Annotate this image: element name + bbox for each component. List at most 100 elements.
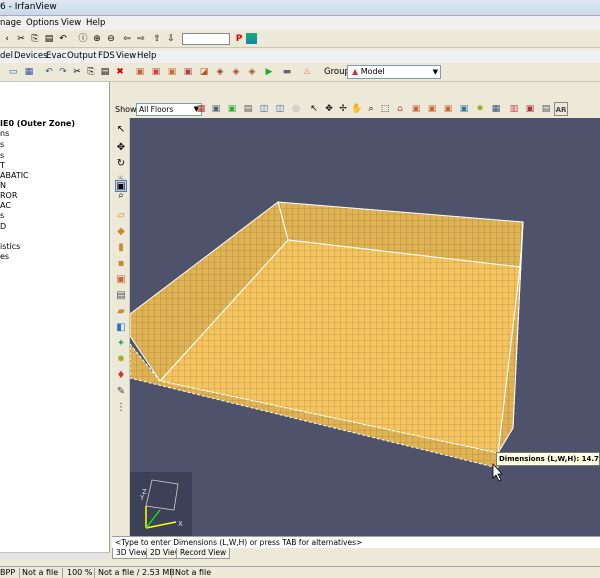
record-icon[interactable]: ▣ — [523, 102, 537, 116]
material-icon[interactable]: ▣ — [181, 65, 195, 79]
orbit-icon[interactable]: ✥ — [322, 102, 336, 116]
draw-hole-icon[interactable]: ▣ — [115, 274, 127, 286]
tab-record-view[interactable]: Record View — [176, 548, 231, 559]
fire-icon[interactable]: ♨ — [300, 65, 314, 79]
reaction-icon[interactable]: ▣ — [165, 65, 179, 79]
surface-icon[interactable]: ▣ — [149, 65, 163, 79]
draw-stair-icon[interactable]: ▤ — [115, 290, 127, 302]
roam-icon[interactable]: ✢ — [336, 102, 350, 116]
irfanview-search-field[interactable] — [182, 33, 230, 45]
render3-icon[interactable]: ▣ — [441, 102, 455, 116]
select-icon[interactable]: ↖ — [115, 124, 127, 136]
mesh-icon[interactable]: ▣ — [133, 65, 147, 79]
tab-3d-view[interactable]: 3D View — [112, 548, 151, 559]
menu-evac[interactable]: Evac — [46, 51, 66, 61]
tree-item[interactable]: s — [0, 151, 4, 160]
navigation-tree[interactable]: IE0 (Outer Zone) ns s s T ABATIC N ROR A… — [0, 82, 110, 559]
draw-slab-icon[interactable]: ▱ — [115, 210, 127, 222]
tool-icon[interactable]: ◎ — [289, 102, 303, 116]
import-icon[interactable]: ▦ — [22, 65, 36, 79]
menu-help[interactable]: Help — [86, 18, 105, 28]
arrow-left-icon[interactable]: ⇦ — [120, 32, 134, 46]
menu-image[interactable]: nage — [0, 18, 21, 28]
draw-mesh-icon[interactable]: ▣ — [115, 180, 127, 192]
show-floors-select[interactable]: All Floors ▼ — [136, 103, 202, 116]
copy-icon[interactable]: ⎘ — [28, 32, 42, 46]
copy-icon[interactable]: ⎘ — [84, 65, 98, 79]
tree-item[interactable]: T — [0, 161, 5, 170]
delete-icon[interactable]: ✖ — [113, 65, 127, 79]
3d-view-canvas[interactable]: Y Z X — [130, 118, 600, 536]
draw-wall-icon[interactable]: ▮ — [115, 242, 127, 254]
tree-item[interactable]: N — [0, 181, 6, 190]
arrow-left-small-icon[interactable]: ‹ — [0, 32, 14, 46]
menu-fds[interactable]: FDS — [98, 51, 115, 61]
object-view-icon[interactable]: ◫ — [257, 102, 271, 116]
smoke-icon[interactable]: ▥ — [507, 102, 521, 116]
zoom-in-icon[interactable]: ⊕ — [90, 32, 104, 46]
rotate-icon[interactable]: ↻ — [115, 158, 127, 170]
tree-item[interactable]: ROR — [0, 191, 17, 200]
select-pointer-icon[interactable]: ↖ — [307, 102, 321, 116]
paste-icon[interactable]: ▤ — [98, 65, 112, 79]
ar-icon[interactable]: AR — [554, 102, 568, 116]
draw-evac-icon[interactable]: ◧ — [115, 322, 127, 334]
pfm-icon[interactable]: P — [232, 32, 246, 46]
eyedropper-icon[interactable]: ✎ — [115, 386, 127, 398]
tree-item[interactable]: es — [0, 252, 9, 261]
floor-icon[interactable]: ▦ — [194, 102, 208, 116]
multi-view-icon[interactable]: ◫ — [273, 102, 287, 116]
run-icon[interactable]: ▶ — [262, 65, 276, 79]
pan-icon[interactable]: ✋ — [350, 102, 364, 116]
light-icon[interactable]: ✸ — [473, 102, 487, 116]
menu-help[interactable]: Help — [137, 51, 156, 61]
menu-output[interactable]: Output — [67, 51, 97, 61]
draw-fire-icon[interactable]: ♦ — [115, 370, 127, 382]
command-line-input[interactable]: <Type to enter Dimensions (L,W,H) or pre… — [112, 536, 600, 548]
arrow-down-icon[interactable]: ⇩ — [164, 32, 178, 46]
zoom-out-icon[interactable]: ⊖ — [104, 32, 118, 46]
draw-vent-icon[interactable]: ▰ — [115, 306, 127, 318]
render-icon[interactable]: ▣ — [409, 102, 423, 116]
measure-icon[interactable]: ⋮ — [115, 402, 127, 414]
render2-icon[interactable]: ▣ — [425, 102, 439, 116]
arrow-right-icon[interactable]: ⇨ — [134, 32, 148, 46]
group-select[interactable]: ▲ Model ▼ — [347, 65, 441, 79]
save-icon[interactable]: ▭ — [6, 65, 20, 79]
draw-device-icon[interactable]: ✸ — [115, 354, 127, 366]
tree-item[interactable]: s — [0, 140, 4, 149]
list-icon[interactable]: ▤ — [539, 102, 553, 116]
undo-icon[interactable]: ↶ — [56, 32, 70, 46]
bg-icon[interactable]: ▤ — [241, 102, 255, 116]
results-icon[interactable]: ▬ — [280, 65, 294, 79]
paste-icon[interactable]: ▤ — [42, 32, 56, 46]
menu-options[interactable]: Options — [26, 18, 59, 28]
prop-icon[interactable]: ◈ — [229, 65, 243, 79]
tree-item[interactable]: istics — [0, 242, 20, 251]
cut-icon[interactable]: ✂ — [70, 65, 84, 79]
draw-door-icon[interactable]: ✦ — [115, 338, 127, 350]
menu-view[interactable]: View — [61, 18, 81, 28]
tree-item-outer-zone[interactable]: IE0 (Outer Zone) — [0, 119, 75, 128]
tree-item[interactable]: AC — [0, 201, 11, 210]
texture-icon[interactable]: ▣ — [457, 102, 471, 116]
tree-item[interactable]: ABATIC — [0, 171, 29, 180]
image-icon[interactable]: ▣ — [225, 102, 239, 116]
zoom-icon[interactable]: ⌕ — [364, 102, 378, 116]
undo-icon[interactable]: ↶ — [42, 65, 56, 79]
tree-item[interactable]: ns — [0, 129, 9, 138]
menu-devices[interactable]: Devices — [14, 51, 48, 61]
view-icon[interactable]: ▣ — [209, 102, 223, 116]
device-icon[interactable]: ◈ — [213, 65, 227, 79]
menu-model[interactable]: del — [0, 51, 13, 61]
vent-icon[interactable]: ◈ — [245, 65, 259, 79]
redo-icon[interactable]: ↷ — [56, 65, 70, 79]
draw-block-icon[interactable]: ◆ — [115, 226, 127, 238]
zoom-box-icon[interactable]: ⬚ — [378, 102, 392, 116]
tree-item[interactable]: D — [0, 222, 6, 231]
slice-icon[interactable]: ◪ — [197, 65, 211, 79]
tree-horizontal-scrollbar[interactable] — [0, 552, 110, 560]
tree-item[interactable]: s — [0, 211, 4, 220]
reset-view-icon[interactable]: ⌂ — [393, 102, 407, 116]
arrow-up-icon[interactable]: ⇧ — [150, 32, 164, 46]
